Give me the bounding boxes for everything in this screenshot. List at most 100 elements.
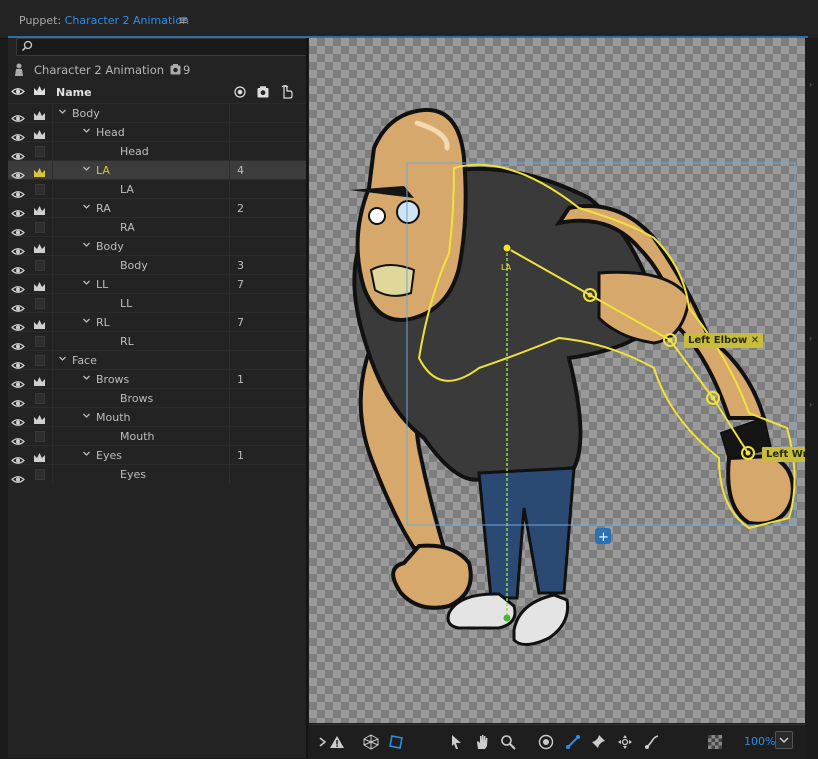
row-separator [52, 313, 53, 332]
warning-icon[interactable] [329, 734, 345, 750]
right-shoe [512, 593, 570, 646]
panel-divider[interactable] [306, 38, 308, 758]
layer-count: 2 [237, 202, 244, 215]
pants [477, 466, 576, 600]
independent-checkbox[interactable] [35, 260, 45, 271]
layer-count: 7 [237, 316, 244, 329]
layer-row[interactable]: Head [8, 122, 306, 142]
layer-name: Body [72, 107, 100, 120]
layer-count: 3 [237, 259, 244, 272]
layer-row[interactable]: RA [8, 217, 306, 237]
panel-title[interactable]: Puppet: Character 2 Animation [19, 14, 189, 27]
column-separator [229, 294, 230, 313]
eye-icon[interactable] [11, 87, 25, 96]
chevron-down-icon[interactable] [82, 202, 91, 214]
origin-column-icon[interactable] [234, 86, 246, 98]
dangle-tool-icon[interactable] [644, 734, 660, 750]
column-separator [229, 180, 230, 199]
origin-handle [502, 243, 512, 253]
layer-name: LL [120, 297, 133, 310]
layer-row[interactable]: Body 3 [8, 255, 306, 275]
layer-row[interactable]: Head [8, 141, 306, 161]
chevron-down-icon[interactable] [82, 240, 91, 252]
layer-row[interactable]: Body [8, 236, 306, 256]
hand-icon[interactable] [474, 734, 490, 750]
chevron-right-icon[interactable]: › [809, 400, 812, 409]
independent-checkbox[interactable] [35, 336, 45, 347]
layer-name: Eyes [96, 449, 122, 462]
layer-row[interactable]: Body [8, 103, 306, 123]
hamburger-icon[interactable]: ≡ [178, 13, 188, 27]
independent-checkbox[interactable] [35, 431, 45, 442]
chevron-down-icon[interactable] [58, 107, 67, 119]
search-input[interactable] [16, 38, 308, 56]
scene-canvas[interactable]: LA + Left Elbow ✕ Left Wri [309, 38, 805, 723]
zoom-dropdown[interactable] [775, 731, 793, 749]
puppet-icon [15, 63, 23, 76]
column-separator [229, 275, 230, 294]
origin-tool-icon[interactable] [538, 734, 554, 750]
column-separator [229, 427, 230, 446]
close-icon[interactable]: ✕ [751, 335, 759, 346]
row-separator [52, 256, 53, 275]
layer-row[interactable]: LA 4 [8, 160, 306, 180]
independent-checkbox[interactable] [35, 298, 45, 309]
independent-checkbox[interactable] [35, 355, 45, 366]
crown-icon[interactable] [33, 85, 46, 97]
zoom-icon[interactable] [500, 734, 516, 750]
independent-checkbox[interactable] [35, 184, 45, 195]
independent-checkbox[interactable] [35, 222, 45, 233]
row-separator [52, 351, 53, 370]
layer-row[interactable]: Eyes 1 [8, 445, 306, 465]
eye-icon[interactable] [11, 469, 25, 488]
column-name-header[interactable]: Name [56, 86, 92, 99]
chevron-down-icon[interactable] [82, 411, 91, 423]
layer-row[interactable]: Brows [8, 388, 306, 408]
handle-tool-icon[interactable] [617, 734, 633, 750]
layer-row[interactable]: RL 7 [8, 312, 306, 332]
select-arrow-icon[interactable] [448, 734, 464, 750]
layer-row[interactable]: LA [8, 179, 306, 199]
chevron-down-icon[interactable] [82, 164, 91, 176]
layer-row[interactable]: Eyes [8, 464, 306, 484]
chevron-down-icon[interactable] [82, 278, 91, 290]
row-separator [52, 123, 53, 142]
record-column-icon[interactable] [257, 86, 269, 98]
row-separator [52, 199, 53, 218]
independent-checkbox[interactable] [35, 146, 45, 157]
column-separator [229, 104, 230, 123]
chevron-down-icon[interactable] [82, 126, 91, 138]
independent-checkbox[interactable] [35, 469, 45, 480]
hand-column-icon[interactable] [280, 84, 294, 99]
mesh-outline-icon[interactable] [388, 734, 404, 750]
layer-row[interactable]: Mouth [8, 426, 306, 446]
pin-tool-icon[interactable] [590, 734, 606, 750]
chevron-right-icon[interactable]: › [809, 80, 812, 89]
puppet-title[interactable]: Character 2 Animation [65, 14, 189, 27]
layer-row[interactable]: RL [8, 331, 306, 351]
chevron-down-icon[interactable] [82, 316, 91, 328]
zoom-level[interactable]: 100% [744, 735, 775, 748]
chevron-down-icon[interactable] [58, 354, 67, 366]
column-separator [229, 123, 230, 142]
foot-pin [503, 614, 511, 622]
layer-row[interactable]: LL 7 [8, 274, 306, 294]
chevron-down-icon[interactable] [82, 373, 91, 385]
left-wrist-tag[interactable]: Left Wri [762, 447, 805, 462]
character-artwork: LA + [349, 107, 796, 646]
left-elbow-tag[interactable]: Left Elbow ✕ [684, 333, 764, 348]
stick-tool-icon[interactable] [565, 734, 581, 750]
transparency-grid-icon[interactable] [707, 734, 723, 750]
chevron-right-icon[interactable]: › [809, 334, 812, 343]
layer-row[interactable]: Brows 1 [8, 369, 306, 389]
independent-checkbox[interactable] [35, 393, 45, 404]
layer-name: Face [72, 354, 97, 367]
layer-row[interactable]: LL [8, 293, 306, 313]
mesh-icon[interactable] [363, 734, 379, 750]
search-icon [21, 40, 33, 52]
layer-row[interactable]: Mouth [8, 407, 306, 427]
chevron-down-icon[interactable] [82, 449, 91, 461]
layer-row[interactable]: RA 2 [8, 198, 306, 218]
layer-row[interactable]: Face [8, 350, 306, 370]
layer-name: Brows [120, 392, 154, 405]
